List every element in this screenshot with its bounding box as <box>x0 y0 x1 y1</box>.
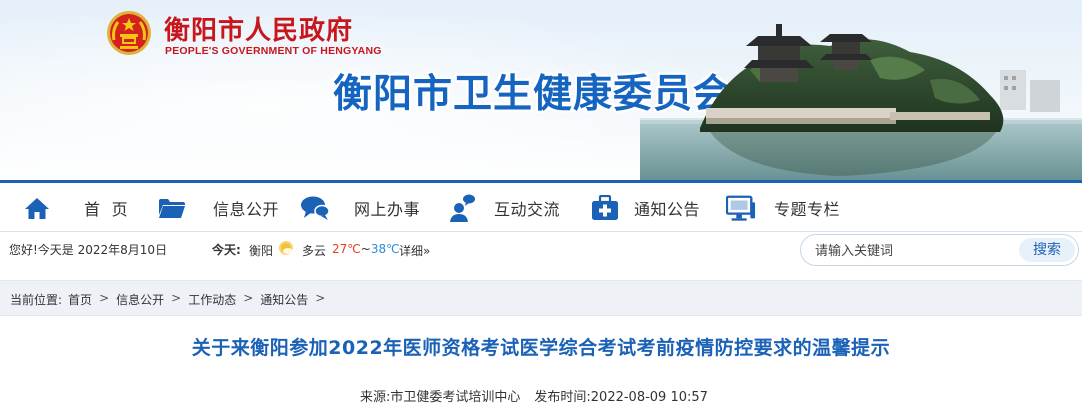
article-source: 来源:市卫健委考试培训中心 <box>360 390 521 405</box>
nav-item-label: 首 页 <box>84 199 129 219</box>
sun-cloud-icon <box>279 241 293 255</box>
nav-item-label: 信息公开 <box>213 199 280 219</box>
folder-icon <box>157 193 187 223</box>
main-nav: 首 页 信息公开 网上办事 互动交流 通知公告 专题专栏 <box>0 180 1082 232</box>
search-input[interactable] <box>815 242 1015 260</box>
weather-city: 衡阳 <box>249 244 274 258</box>
gov-name-cn[interactable]: 衡阳市人民政府 <box>164 10 353 47</box>
date-greeting: 您好!今天是 2022年8月10日 <box>9 243 168 257</box>
temp-separator: ~ <box>360 242 371 256</box>
medical-kit-icon <box>590 193 620 223</box>
lake-pavilion-scenery <box>640 24 1082 180</box>
temp-high: 27℃ <box>332 242 361 256</box>
monitor-icon <box>726 193 756 223</box>
breadcrumb-link-notices[interactable]: 通知公告 <box>260 291 308 308</box>
info-bar: 您好!今天是 2022年8月10日 今天: 衡阳 多云 27℃~38℃ 详细» … <box>0 232 1082 278</box>
nav-item-label: 互动交流 <box>494 199 561 219</box>
breadcrumb-link-work-news[interactable]: 工作动态 <box>188 291 236 308</box>
weather-temperature: 27℃~38℃ <box>332 242 400 256</box>
article-meta: 来源:市卫健委考试培训中心 发布时间:2022-08-09 10:57 <box>360 386 708 405</box>
search-button[interactable]: 搜索 <box>1019 238 1075 262</box>
search-box: 搜索 <box>800 234 1079 266</box>
nav-item-label: 通知公告 <box>634 199 701 219</box>
breadcrumb-separator: > <box>243 291 254 305</box>
nav-item-online-service[interactable]: 网上办事 <box>300 183 420 232</box>
nav-item-label: 网上办事 <box>354 199 421 219</box>
article-title: 关于来衡阳参加2022年医师资格考试医学综合考试考前疫情防控要求的温馨提示 <box>191 337 891 359</box>
breadcrumb-link-info-disclosure[interactable]: 信息公开 <box>116 291 164 308</box>
gov-name-en[interactable]: PEOPLE'S GOVERNMENT OF HENGYANG <box>165 45 382 57</box>
nav-item-info-disclosure[interactable]: 信息公开 <box>157 183 279 232</box>
header-banner: 衡阳市人民政府 PEOPLE'S GOVERNMENT OF HENGYANG … <box>0 0 1082 180</box>
nav-item-home[interactable]: 首 页 <box>22 183 128 232</box>
breadcrumb-separator: > <box>315 291 326 305</box>
breadcrumb-link-home[interactable]: 首页 <box>68 291 92 308</box>
home-icon <box>22 193 52 223</box>
national-emblem-icon <box>107 11 151 55</box>
nav-item-notices[interactable]: 通知公告 <box>590 183 700 232</box>
weather-condition: 多云 <box>302 244 327 258</box>
nav-item-special-topics[interactable]: 专题专栏 <box>726 183 840 232</box>
nav-item-interaction[interactable]: 互动交流 <box>447 183 560 232</box>
breadcrumb-separator: > <box>99 291 110 305</box>
user-chat-icon <box>447 193 477 223</box>
breadcrumb-separator: > <box>171 291 182 305</box>
weather-detail-link[interactable]: 详细» <box>399 242 430 259</box>
breadcrumb-bar: 当前位置: 首页 > 信息公开 > 工作动态 > 通知公告 > <box>0 280 1082 316</box>
breadcrumb-prefix: 当前位置: <box>10 293 63 307</box>
nav-item-label: 专题专栏 <box>774 199 841 219</box>
article-publish-time: 发布时间:2022-08-09 10:57 <box>534 390 708 405</box>
breadcrumb: 当前位置: 首页 > 信息公开 > 工作动态 > 通知公告 > <box>10 291 332 308</box>
weather-label: 今天: <box>212 243 241 257</box>
temp-low: 38℃ <box>370 242 400 256</box>
chat-icon <box>300 193 330 223</box>
